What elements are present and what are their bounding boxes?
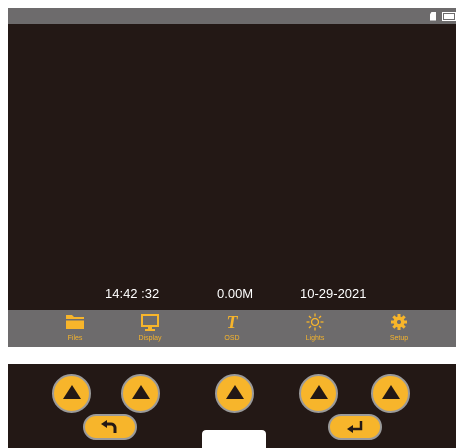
- status-icons: [430, 11, 456, 21]
- gear-icon: [389, 312, 409, 332]
- sun-icon: [305, 312, 325, 332]
- menu-item-display[interactable]: Display: [118, 312, 182, 346]
- enter-icon: [344, 420, 366, 434]
- menu-label-display: Display: [138, 335, 162, 342]
- depth-readout: 0.00M: [217, 286, 254, 301]
- enter-button[interactable]: [328, 414, 382, 440]
- menu-label-setup: Setup: [389, 335, 409, 342]
- menu-label-osd: OSD: [224, 335, 240, 342]
- menu-item-setup[interactable]: Setup: [367, 312, 431, 346]
- text-icon-glyph: T: [226, 312, 238, 332]
- date-readout: 10-29-2021: [300, 286, 367, 301]
- text-icon: T: [222, 312, 242, 332]
- battery-icon: [442, 11, 456, 21]
- center-key[interactable]: [202, 430, 266, 448]
- up-arrow-icon: [62, 385, 81, 399]
- menu-label-lights: Lights: [305, 335, 325, 342]
- camera-viewport: [8, 24, 456, 317]
- up-button-3[interactable]: [215, 374, 254, 413]
- monitor-icon: [140, 312, 160, 332]
- up-arrow-icon: [381, 385, 400, 399]
- camera-screen: 14:42 :32 0.00M 10-29-2021 Files Display: [8, 8, 456, 347]
- menu-item-lights[interactable]: Lights: [283, 312, 347, 346]
- up-button-1[interactable]: [52, 374, 91, 413]
- up-button-5[interactable]: [371, 374, 410, 413]
- folder-icon: [65, 312, 85, 332]
- time-readout: 14:42 :32: [105, 286, 160, 301]
- sd-card-icon: [430, 11, 436, 21]
- up-button-2[interactable]: [121, 374, 160, 413]
- control-panel: [8, 364, 456, 448]
- status-bar: [8, 8, 456, 24]
- back-arrow-icon: [99, 420, 121, 434]
- up-arrow-icon: [131, 385, 150, 399]
- up-button-4[interactable]: [299, 374, 338, 413]
- menu-item-files[interactable]: Files: [43, 312, 107, 346]
- menu-bar: Files Display T OSD Lights Setup: [8, 310, 456, 347]
- menu-item-osd[interactable]: T OSD: [200, 312, 264, 346]
- menu-label-files: Files: [67, 335, 83, 342]
- up-arrow-icon: [309, 385, 328, 399]
- up-arrow-icon: [225, 385, 244, 399]
- back-button[interactable]: [83, 414, 137, 440]
